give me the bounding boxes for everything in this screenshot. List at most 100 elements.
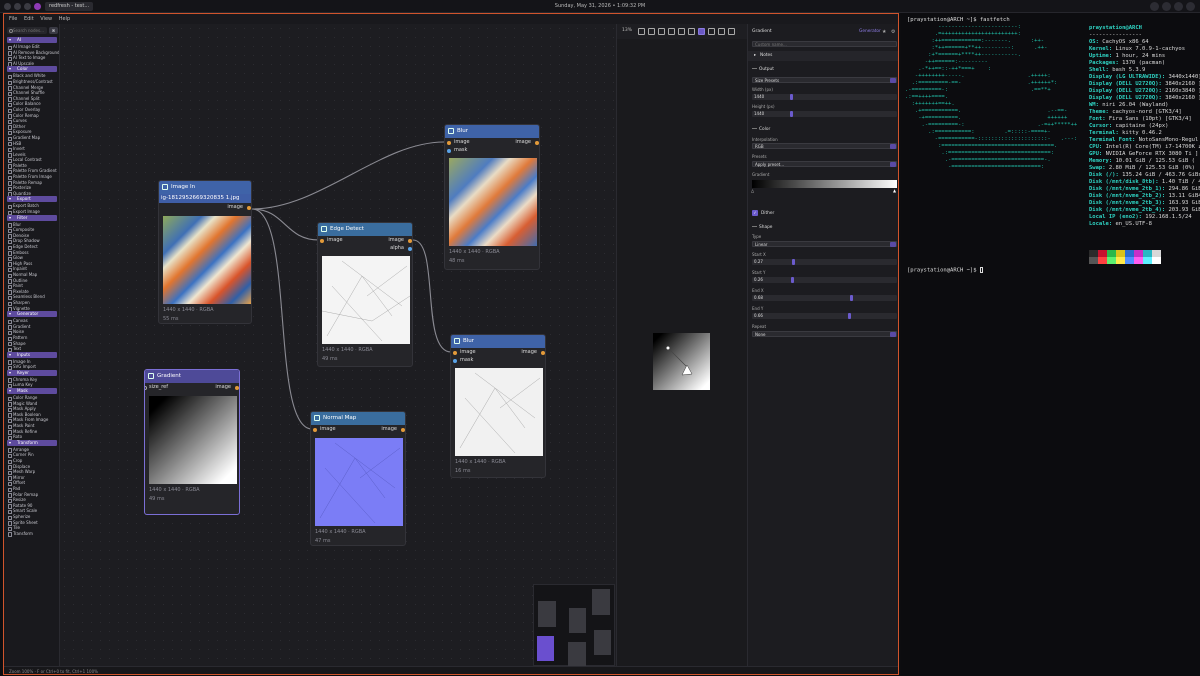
port-in-mask[interactable]: mask: [445, 147, 539, 154]
port-dot[interactable]: [408, 239, 412, 243]
checker-icon[interactable]: [678, 28, 685, 35]
zoom-out-icon[interactable]: [648, 28, 655, 35]
category-export[interactable]: Export: [7, 196, 57, 203]
type-select[interactable]: Linear: [752, 241, 897, 247]
node-item[interactable]: Roto: [4, 434, 59, 440]
width-slider[interactable]: 1440: [752, 94, 897, 100]
port-dot[interactable]: [408, 246, 412, 251]
node-blur-2[interactable]: Blur image image mask 1440 x 1440 · RGBA …: [450, 334, 546, 478]
node-blur-1[interactable]: Blur image image mask 1440 x 1440 · RGBA …: [444, 124, 540, 270]
tray-icon[interactable]: [1162, 2, 1171, 11]
pin-icon[interactable]: [728, 28, 735, 35]
node-meta: 1440 x 1440 · RGBA: [163, 307, 214, 313]
category-transform[interactable]: Transform: [7, 439, 57, 446]
node-header[interactable]: Edge Detect: [318, 223, 412, 236]
port-in-image[interactable]: image image: [445, 138, 539, 147]
node-item[interactable]: Export Image: [4, 209, 59, 215]
node-graph-canvas[interactable]: Image In ig-1812952669320835 1.jpg image…: [60, 24, 616, 666]
port-dot[interactable]: [320, 239, 324, 243]
repeat-select[interactable]: None: [752, 331, 897, 337]
search-options-button[interactable]: ⌘: [49, 27, 58, 34]
gradient-icon: [148, 373, 154, 379]
grid-icon[interactable]: [688, 28, 695, 35]
node-image-in[interactable]: Image In ig-1812952669320835 1.jpg image…: [158, 180, 252, 324]
logo-line: -++======:---------: [905, 59, 988, 65]
port-dot[interactable]: [447, 141, 451, 145]
node-item[interactable]: Transform: [4, 531, 59, 537]
gradient-end-handle[interactable]: [681, 364, 693, 376]
port-dot[interactable]: [145, 386, 147, 390]
port-in-image[interactable]: image image: [451, 348, 545, 357]
port-dot[interactable]: [447, 148, 451, 153]
gradient-start-handle[interactable]: [665, 345, 671, 351]
star-icon[interactable]: ★: [882, 29, 886, 35]
port-dot[interactable]: [541, 351, 545, 355]
gradient-stop-start[interactable]: △: [751, 188, 754, 193]
end-y-slider[interactable]: 0.66: [752, 313, 897, 319]
actual-size-icon[interactable]: [668, 28, 675, 35]
node-gradient[interactable]: Gradient size_ref image 1440 x 1440 · RGB…: [144, 369, 240, 515]
port-dot[interactable]: [247, 206, 251, 210]
port-dot[interactable]: [535, 141, 539, 145]
start-y-slider[interactable]: 0.26: [752, 277, 897, 283]
category-keyer[interactable]: Keyer: [7, 369, 57, 376]
crosshair-icon[interactable]: [698, 28, 705, 35]
start-x-slider[interactable]: 0.27: [752, 259, 897, 265]
category-ai[interactable]: AI: [7, 37, 57, 43]
power-icon[interactable]: [1186, 2, 1195, 11]
histogram-icon[interactable]: [718, 28, 725, 35]
palette-swatch: [1143, 250, 1152, 257]
node-header[interactable]: Image In: [159, 181, 251, 194]
port-out-alpha[interactable]: alpha: [318, 245, 412, 252]
category-filter[interactable]: Filter: [7, 214, 57, 221]
zoom-in-icon[interactable]: [638, 28, 645, 35]
gradient-preview-image[interactable]: [653, 333, 710, 390]
tray-icon[interactable]: [1150, 2, 1159, 11]
height-slider[interactable]: 1440: [752, 111, 897, 117]
category-inputs[interactable]: Inputs: [7, 351, 57, 358]
category-mask[interactable]: Mask: [7, 388, 57, 395]
minimap[interactable]: [533, 584, 615, 666]
tray-icon[interactable]: [1174, 2, 1183, 11]
settings-icon[interactable]: ⚙: [891, 29, 895, 35]
menu-view[interactable]: View: [40, 16, 52, 22]
node-item[interactable]: Text: [4, 346, 59, 352]
port-out-image[interactable]: image: [159, 203, 251, 212]
size-preset-select[interactable]: Size Presets: [752, 77, 897, 83]
presets-select[interactable]: Apply preset...: [752, 161, 897, 167]
gradient-bar[interactable]: [752, 180, 897, 188]
node-header[interactable]: Normal Map: [311, 412, 405, 425]
port-dot[interactable]: [235, 386, 239, 390]
port-in-image[interactable]: image image: [311, 425, 405, 434]
custom-name-input[interactable]: Custom name...: [752, 41, 897, 47]
menu-edit[interactable]: Edit: [24, 16, 34, 22]
node-edge-detect[interactable]: Edge Detect image image alpha 1440 x 1440…: [317, 222, 413, 367]
port-in-size-ref[interactable]: size_ref image: [145, 383, 239, 392]
node-header[interactable]: Gradient: [145, 370, 239, 383]
category-color[interactable]: Color: [7, 66, 57, 73]
port-dot[interactable]: [453, 351, 457, 355]
port-dot[interactable]: [453, 358, 457, 363]
terminal-prompt[interactable]: [praystation@ARCH ~]$: [907, 267, 983, 275]
node-search-input[interactable]: Search nodes...: [7, 27, 47, 34]
channels-icon[interactable]: [708, 28, 715, 35]
menu-help[interactable]: Help: [59, 16, 70, 22]
port-dot[interactable]: [313, 428, 317, 432]
interpolation-select[interactable]: RGB: [752, 143, 897, 149]
node-normal-map[interactable]: Normal Map image image 1440 x 1440 · RGBA…: [310, 411, 406, 546]
port-in-image[interactable]: image image: [318, 236, 412, 245]
dither-checkbox[interactable]: ✓: [752, 210, 758, 216]
node-header[interactable]: Blur: [445, 125, 539, 138]
end-x-slider[interactable]: 0.68: [752, 295, 897, 301]
gradient-stop-end[interactable]: ▲: [893, 188, 896, 193]
port-in-mask[interactable]: mask: [451, 357, 545, 364]
terminal-window[interactable]: [praystation@ARCH ~]$ fastfetch --------…: [901, 13, 1200, 676]
fit-icon[interactable]: [658, 28, 665, 35]
logo-line: -+==========. ++++++: [905, 115, 1068, 121]
presets-label: Presets: [752, 154, 767, 159]
category-generator[interactable]: Generator: [7, 311, 57, 318]
menu-file[interactable]: File: [9, 16, 17, 22]
port-dot[interactable]: [401, 428, 405, 432]
notes-toggle[interactable]: ▸ Notes: [748, 51, 898, 61]
node-header[interactable]: Blur: [451, 335, 545, 348]
